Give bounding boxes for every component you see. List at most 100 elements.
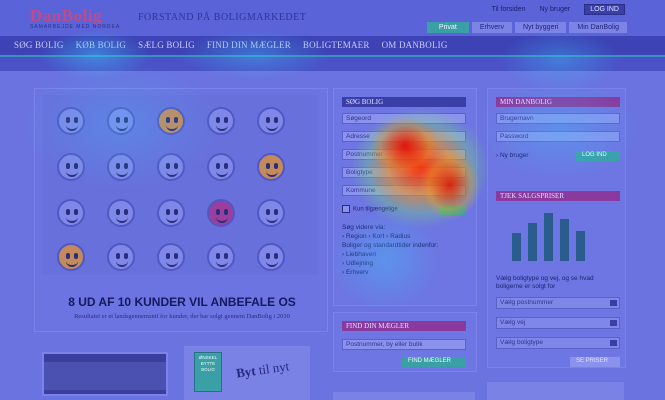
min-danbolig-login-button[interactable]: LOG IND <box>576 151 620 161</box>
nav-boligtemaer[interactable]: BOLIGTEMAER <box>297 36 376 54</box>
tab-nyt-byggeri[interactable]: Nyt byggeri <box>514 22 567 33</box>
smiley-grid <box>43 95 317 275</box>
header: DanBolig SAMARBEJDE MED NORDEA FORSTAND … <box>0 0 665 36</box>
see-prices-button[interactable]: SE PRISER <box>570 357 620 367</box>
right-column: MIN DANBOLIG Brugernavn Password › Ny br… <box>487 88 626 368</box>
username-field[interactable]: Brugernavn <box>496 113 620 124</box>
available-only-checkbox[interactable]: Kun tilgængelige <box>342 205 398 213</box>
link-region[interactable]: › Region <box>342 233 367 240</box>
address-field[interactable]: Adresse <box>342 131 466 142</box>
find-maegler-button[interactable]: FIND MÆGLER <box>402 357 466 367</box>
price-bar-chart-icon <box>512 205 592 261</box>
search-submit-button[interactable] <box>440 205 466 215</box>
tab-privat[interactable]: Privat <box>426 22 469 33</box>
checkbox-label: Kun tilgængelige <box>353 206 398 213</box>
hero-subline: Resultatet er et landsgennemsnit for kun… <box>74 313 290 320</box>
tab-erhverv[interactable]: Erhverv <box>471 22 512 33</box>
search-keyword-field[interactable]: Søgeord <box>342 113 466 124</box>
nav-saelg-bolig[interactable]: SÆLG BOLIG <box>132 36 201 54</box>
smiley-icon <box>107 153 135 181</box>
search-box: SØG BOLIG Søgeord Adresse Postnummer Bol… <box>333 88 477 306</box>
byt-word: Byt <box>235 363 257 381</box>
sub-bar <box>0 57 665 71</box>
bar-5 <box>576 231 585 261</box>
til-nyt-word: til nyt <box>257 358 291 378</box>
photo-promo[interactable] <box>42 352 168 396</box>
login-button[interactable]: LOG IND <box>584 4 625 15</box>
sad-face-icon <box>207 199 235 227</box>
logo-subtitle: SAMARBEJDE MED NORDEA <box>30 24 121 30</box>
bar-2 <box>528 223 537 261</box>
segment-tabs: Privat Erhverv Nyt byggeri Min DanBolig <box>426 22 627 33</box>
standard-label: Boliger og standardtider indenfor: <box>342 242 439 249</box>
smiley-icon <box>207 153 235 181</box>
smiley-icon <box>107 107 135 135</box>
smiley-icon <box>57 107 85 135</box>
smiley-icon <box>257 199 285 227</box>
postal-code-select-value: Vælg postnummer <box>500 299 554 306</box>
link-new-user[interactable]: Ny bruger <box>539 6 570 13</box>
link-radius[interactable]: › Radius <box>386 233 410 240</box>
postal-code-select[interactable]: Vælg postnummer <box>496 297 620 309</box>
find-maegler-box: FIND DIN MÆGLER Postnummer, by eller but… <box>333 312 477 372</box>
smiley-icon <box>207 107 235 135</box>
nav-soeg-bolig[interactable]: SØG BOLIG <box>8 36 70 54</box>
prices-title: TJEK SALGSPRISER <box>496 191 620 201</box>
maegler-search-field[interactable]: Postnummer, by eller butik <box>342 339 466 350</box>
bottom-center-box <box>333 392 475 400</box>
smiley-icon <box>57 153 85 181</box>
property-type-field[interactable]: Boligtype <box>342 167 466 178</box>
find-maegler-title: FIND DIN MÆGLER <box>342 321 466 331</box>
tab-min-danbolig[interactable]: Min DanBolig <box>569 22 627 33</box>
smiley-icon <box>207 243 235 271</box>
municipality-field[interactable]: Kommune <box>342 185 466 196</box>
smiley-icon <box>157 153 185 181</box>
neutral-face-icon <box>257 153 285 181</box>
checkbox-icon[interactable] <box>342 205 350 213</box>
oenskebolig-badge: ØNSKEL BYTTE BOLIG <box>194 352 222 392</box>
page: DanBolig SAMARBEJDE MED NORDEA FORSTAND … <box>0 0 665 400</box>
search-links: Søg videre via: › Region › Kort › Radius… <box>342 223 438 277</box>
search-title: SØG BOLIG <box>342 97 466 107</box>
byt-til-nyt-promo[interactable]: ØNSKEL BYTTE BOLIG Byt til nyt <box>184 346 310 400</box>
photo-strip <box>44 362 166 390</box>
link-liebhaveri[interactable]: › Liebhaveri <box>342 250 438 259</box>
bottom-right-box <box>487 382 624 400</box>
byt-til-nyt-title: Byt til nyt <box>235 358 290 381</box>
tagline: FORSTAND PÅ BOLIGMARKEDET <box>138 12 307 23</box>
link-erhverv[interactable]: › Erhverv <box>342 268 438 277</box>
bar-4 <box>560 219 569 261</box>
nav-om-danbolig[interactable]: OM DANBOLIG <box>376 36 454 54</box>
prices-description: Vælg boligtype og vej, og se hvad bolige… <box>496 275 594 290</box>
road-select[interactable]: Vælg vej <box>496 317 620 329</box>
neutral-face-icon <box>157 107 185 135</box>
bar-3 <box>544 213 553 261</box>
chevron-down-icon <box>610 320 617 326</box>
neutral-face-icon <box>57 243 85 271</box>
smiley-icon <box>257 243 285 271</box>
smiley-icon <box>107 243 135 271</box>
smiley-icon <box>157 199 185 227</box>
nav-find-maegler[interactable]: FIND DIN MÆGLER <box>201 36 297 54</box>
smiley-icon <box>157 243 185 271</box>
postal-code-field[interactable]: Postnummer <box>342 149 466 160</box>
search-via-options: › Region › Kort › Radius <box>342 232 438 241</box>
min-danbolig-title: MIN DANBOLIG <box>496 97 620 107</box>
bar-1 <box>512 233 521 261</box>
link-frontpage[interactable]: Til forsiden <box>491 6 525 13</box>
chevron-down-icon <box>610 300 617 306</box>
hero-banner[interactable]: 8 UD AF 10 KUNDER VIL ANBEFALE OS Result… <box>34 88 328 332</box>
chevron-down-icon <box>610 340 617 346</box>
road-select-value: Vælg vej <box>500 319 526 326</box>
new-user-link[interactable]: › Ny bruger <box>496 151 529 160</box>
property-type-select-value: Vælg boligtype <box>500 339 543 346</box>
search-via-label: Søg videre via: <box>342 224 386 231</box>
property-type-select[interactable]: Vælg boligtype <box>496 337 620 349</box>
danbolig-logo[interactable]: DanBolig <box>30 6 102 26</box>
link-kort[interactable]: › Kort <box>368 233 384 240</box>
main-nav: SØG BOLIG KØB BOLIG SÆLG BOLIG FIND DIN … <box>0 36 665 57</box>
smiley-icon <box>57 199 85 227</box>
nav-koeb-bolig[interactable]: KØB BOLIG <box>70 36 133 54</box>
link-udlejning[interactable]: › Udlejning <box>342 259 438 268</box>
password-field[interactable]: Password <box>496 131 620 142</box>
